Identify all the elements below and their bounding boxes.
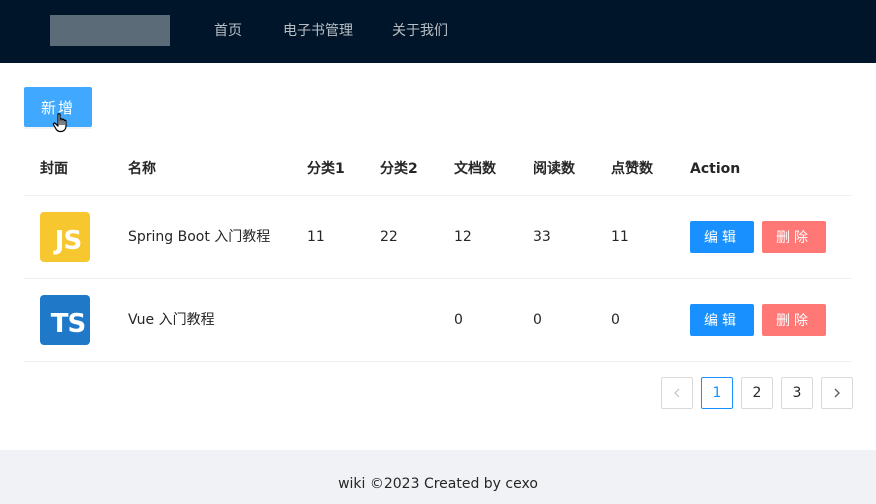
js-cover-icon: JS xyxy=(40,212,90,262)
column-header-name: 名称 xyxy=(128,161,156,177)
vote-count-cell: 0 xyxy=(611,312,620,328)
nav-item-about[interactable]: 关于我们 xyxy=(392,21,448,41)
doc-count-cell: 0 xyxy=(454,312,463,328)
column-header-vote-count: 点赞数 xyxy=(611,161,653,177)
logo xyxy=(50,15,170,46)
ts-cover-icon: TS xyxy=(40,295,90,345)
ebook-name: Vue 入门教程 xyxy=(128,312,215,328)
doc-count-cell: 12 xyxy=(454,229,472,245)
vote-count-cell: 11 xyxy=(611,229,629,245)
delete-button[interactable]: 删除 xyxy=(762,304,826,336)
next-page-button[interactable] xyxy=(821,377,853,409)
delete-button[interactable]: 删除 xyxy=(762,221,826,253)
column-header-category1: 分类1 xyxy=(307,161,345,177)
column-header-category2: 分类2 xyxy=(380,161,418,177)
view-count-cell: 33 xyxy=(533,229,551,245)
column-header-action: Action xyxy=(690,161,741,177)
nav-item-ebook-admin[interactable]: 电子书管理 xyxy=(283,21,353,41)
page-button-3[interactable]: 3 xyxy=(781,377,813,409)
prev-page-button[interactable] xyxy=(661,377,693,409)
footer-copyright: wiki ©2023 Created by cexo xyxy=(338,476,538,492)
edit-button[interactable]: 编辑 xyxy=(690,304,754,336)
chevron-right-icon xyxy=(834,388,840,398)
table-divider xyxy=(24,361,852,362)
view-count-cell: 0 xyxy=(533,312,542,328)
table-divider xyxy=(24,278,852,279)
column-header-cover: 封面 xyxy=(40,161,68,177)
top-header: 首页 电子书管理 关于我们 xyxy=(0,0,876,63)
edit-button[interactable]: 编辑 xyxy=(690,221,754,253)
column-header-view-count: 阅读数 xyxy=(533,161,575,177)
nav-item-home[interactable]: 首页 xyxy=(214,21,242,41)
page-button-2[interactable]: 2 xyxy=(741,377,773,409)
footer: wiki ©2023 Created by cexo xyxy=(0,450,876,504)
category1-cell: 11 xyxy=(307,229,325,245)
ebook-name: Spring Boot 入门教程 xyxy=(128,229,271,245)
page-button-1[interactable]: 1 xyxy=(701,377,733,409)
column-header-doc-count: 文档数 xyxy=(454,161,496,177)
table-divider xyxy=(24,195,852,196)
main-content: 新增 封面 名称 分类1 分类2 文档数 阅读数 点赞数 Action JS S… xyxy=(0,63,876,450)
chevron-left-icon xyxy=(674,388,680,398)
hand-cursor-icon xyxy=(52,113,67,133)
category2-cell: 22 xyxy=(380,229,398,245)
